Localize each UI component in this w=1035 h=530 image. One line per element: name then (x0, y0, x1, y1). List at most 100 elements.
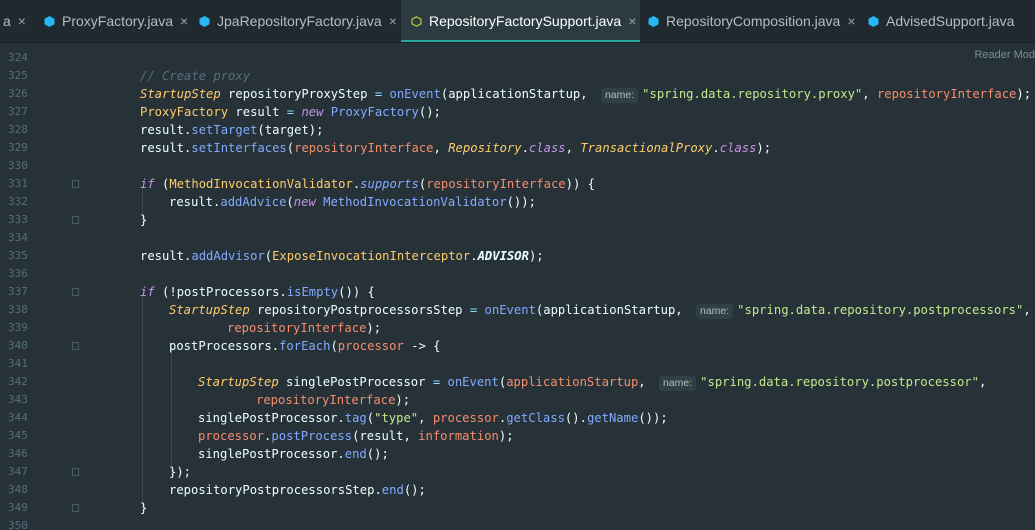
code-token: "spring.data.repository.proxy" (642, 87, 863, 101)
code-line: 325 // Create proxy (0, 67, 1035, 85)
line-number: 329 (8, 141, 28, 154)
line-number: 324 (8, 51, 28, 64)
tab-advised-support[interactable]: AdvisedSupport.java (868, 0, 1014, 42)
code-token: (!postProcessors. (154, 285, 287, 299)
code-token: (). (564, 411, 587, 425)
code-token: singlePostProcessor. (198, 411, 345, 425)
code-token: "spring.data.repository.postprocessor" (700, 375, 979, 389)
fold-icon[interactable] (72, 216, 79, 224)
tab-proxy-factory[interactable]: ProxyFactory.java × (42, 0, 188, 42)
code-token: MethodInvocationValidator (169, 177, 353, 191)
code-token: ); (528, 249, 544, 263)
tab-label: a (3, 13, 11, 29)
tab-repository-composition[interactable]: RepositoryComposition.java × (648, 0, 856, 42)
code-token: ProxyFactory (323, 105, 419, 119)
code-line: 335 result.addAdvisor(ExposeInvocationInt… (0, 247, 1035, 265)
code-token: } (140, 213, 148, 227)
code-token: processor (432, 411, 499, 425)
line-number: 327 (8, 105, 28, 118)
line-number: 331 (8, 177, 28, 190)
code-token: . (712, 141, 720, 155)
code-token: (target); (257, 123, 324, 137)
code-token: , (1023, 303, 1031, 317)
code-line: 329 result.setInterfaces(repositoryInterf… (0, 139, 1035, 157)
parameter-hint: name: (658, 376, 697, 391)
tab-truncated[interactable]: a × (0, 0, 43, 42)
code-line: 350 (0, 517, 1035, 530)
code-token: end (381, 483, 404, 497)
code-token: onEvent (382, 87, 441, 101)
tab-label: AdvisedSupport.java (886, 13, 1015, 29)
tab-label: JpaRepositoryFactory.java (217, 13, 382, 29)
code-line: 334 (0, 229, 1035, 247)
code-token: singlePostProcessor (278, 375, 433, 389)
line-number: 348 (8, 483, 28, 496)
fold-icon[interactable] (72, 180, 79, 188)
code-token: (); (418, 105, 441, 119)
code-token: new (293, 195, 316, 209)
code-token: ()) { (338, 285, 375, 299)
code-token: ( (264, 249, 273, 263)
code-token: result. (169, 195, 221, 209)
line-number: 344 (8, 411, 28, 424)
code-line: 324 (0, 49, 1035, 67)
code-line: 331 if (MethodInvocationValidator.support… (0, 175, 1035, 193)
code-token: StartupStep (169, 303, 250, 317)
parameter-hint: name: (695, 304, 734, 319)
close-icon[interactable]: × (18, 0, 26, 42)
code-line: 332 result.addAdvice(new MethodInvocation… (0, 193, 1035, 211)
code-token: repositoryInterface (256, 393, 396, 407)
code-token: ( (286, 195, 294, 209)
code-token: ); (756, 141, 772, 155)
code-token: TransactionalProxy (580, 141, 713, 155)
code-line: 344 singlePostProcessor.tag("type", proce… (0, 409, 1035, 427)
java-file-icon (411, 16, 422, 27)
line-number: 346 (8, 447, 28, 460)
tab-jpa-repository-factory[interactable]: JpaRepositoryFactory.java × (199, 0, 397, 42)
fold-icon[interactable] (72, 288, 79, 296)
line-number: 333 (8, 213, 28, 226)
code-token: processor (337, 339, 404, 353)
parameter-hint: name: (600, 88, 639, 103)
close-icon[interactable]: × (628, 0, 636, 42)
code-token: repositoryInterface (426, 177, 566, 191)
code-token: result. (140, 141, 192, 155)
code-token: supports (360, 177, 419, 191)
code-token: (); (403, 483, 426, 497)
line-number: 334 (8, 231, 28, 244)
code-editor[interactable]: Reader Mod 324 325// Create proxy 326 Sta… (0, 43, 1035, 530)
code-line: 336 (0, 265, 1035, 283)
close-icon[interactable]: × (389, 0, 397, 42)
code-token: information (418, 429, 499, 443)
code-token: class (528, 141, 566, 155)
code-token: , (862, 87, 877, 101)
java-class-icon (868, 16, 879, 27)
code-token: (result, (352, 429, 419, 443)
code-line: 340 postProcessors.forEach(processor -> { (0, 337, 1035, 355)
code-token: tag (344, 411, 367, 425)
line-number: 345 (8, 429, 28, 442)
code-line: 333} (0, 211, 1035, 229)
code-token: postProcessors. (169, 339, 280, 353)
fold-icon[interactable] (72, 468, 79, 476)
line-number: 338 (8, 303, 28, 316)
line-number: 343 (8, 393, 28, 406)
code-token: ); (395, 393, 411, 407)
code-line: 347}); (0, 463, 1035, 481)
code-token: setTarget (191, 123, 258, 137)
fold-icon[interactable] (72, 342, 79, 350)
code-token: (applicationStartup, (440, 87, 595, 101)
code-token: ()); (506, 195, 536, 209)
fold-icon[interactable] (72, 504, 79, 512)
tab-repository-factory-support[interactable]: RepositoryFactorySupport.java × (401, 0, 640, 42)
code-line: 326 StartupStep repositoryProxyStep = onE… (0, 85, 1035, 103)
code-token: setInterfaces (191, 141, 287, 155)
code-token: result. (140, 249, 192, 263)
line-number: 326 (8, 87, 28, 100)
code-token: -> { (403, 339, 441, 353)
code-token: )) { (565, 177, 595, 191)
code-line: 346 singlePostProcessor.end(); (0, 445, 1035, 463)
close-icon[interactable]: × (180, 0, 188, 42)
close-icon[interactable]: × (847, 0, 855, 42)
code-token: repositoryProxyStep (220, 87, 375, 101)
